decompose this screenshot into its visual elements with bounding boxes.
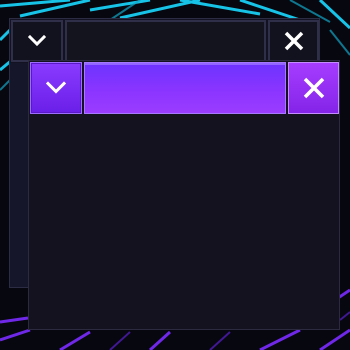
- back-window-titlebar[interactable]: chevron-down-icon close-icon: [10, 19, 319, 63]
- close-icon: [284, 31, 303, 51]
- front-window-title[interactable]: [84, 62, 286, 114]
- back-window-minimize-icon-name: chevron-down-icon: [13, 22, 14, 23]
- front-window[interactable]: chevron-down-icon close-icon: [28, 60, 340, 330]
- back-window-minimize-button[interactable]: chevron-down-icon: [11, 20, 63, 62]
- back-window-close-button[interactable]: close-icon: [268, 20, 319, 62]
- front-window-minimize-button[interactable]: chevron-down-icon: [30, 62, 82, 114]
- front-window-close-button[interactable]: close-icon: [288, 62, 339, 114]
- back-window-title: [65, 20, 266, 62]
- front-window-title-text: [85, 63, 86, 64]
- back-window-title-text: [67, 22, 68, 23]
- front-window-titlebar[interactable]: chevron-down-icon close-icon: [29, 61, 339, 115]
- back-window-close-icon-name: close-icon: [270, 22, 271, 23]
- front-window-minimize-icon-name: chevron-down-icon: [31, 63, 32, 64]
- front-window-content: [29, 115, 339, 329]
- chevron-down-icon: [27, 35, 47, 47]
- close-icon: [303, 77, 324, 99]
- desktop: chevron-down-icon close-icon chevron-dow…: [0, 0, 350, 350]
- chevron-down-icon: [45, 81, 67, 94]
- front-window-close-icon-name: close-icon: [289, 63, 290, 64]
